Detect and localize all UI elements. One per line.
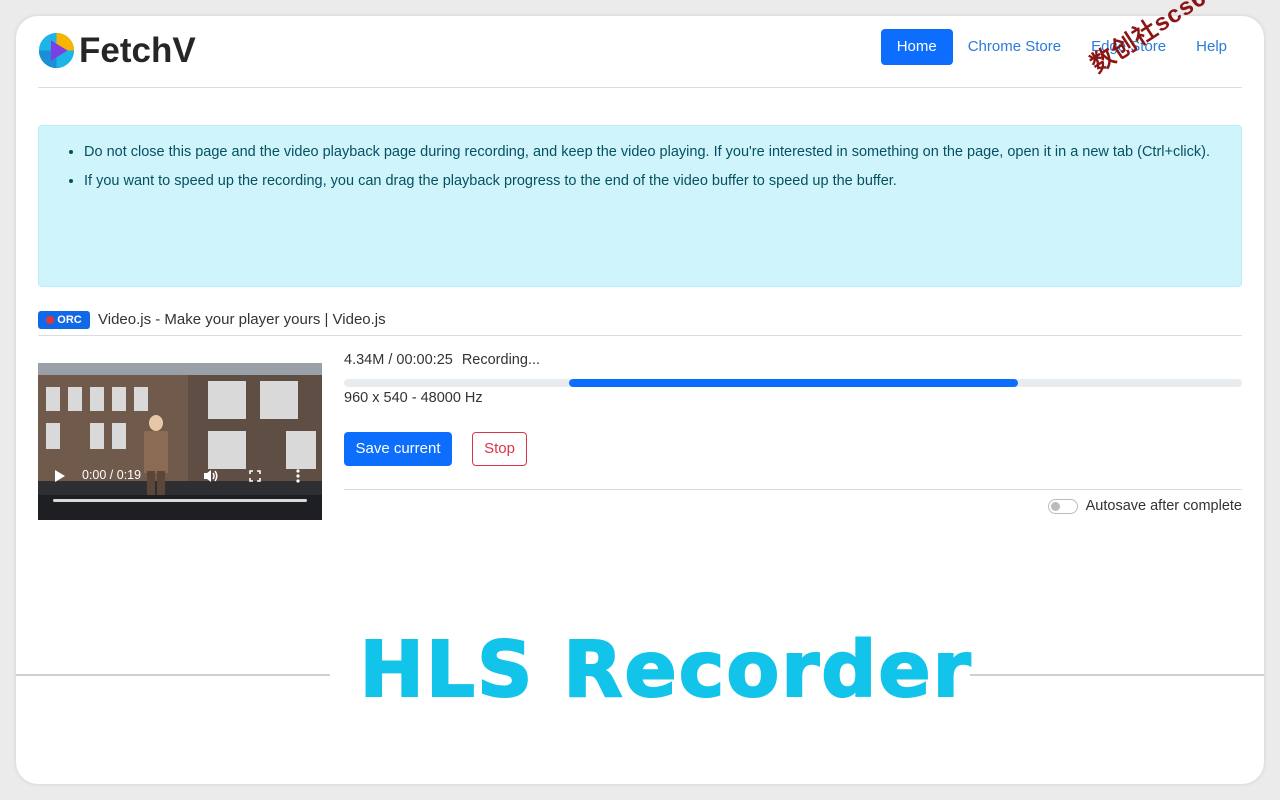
video-player[interactable]: 0:00 / 0:19 [38, 363, 322, 520]
header: FetchV Home Chrome Store Edge Store Help [16, 16, 1264, 88]
fullscreen-icon[interactable] [249, 470, 261, 482]
info-alert: Do not close this page and the video pla… [38, 125, 1242, 287]
volume-icon[interactable] [203, 469, 219, 483]
recording-panel: 4.34M / 00:00:25 Recording... 960 x 540 -… [344, 350, 1242, 514]
recording-progress [344, 379, 1242, 387]
more-options-icon[interactable] [296, 469, 300, 483]
alert-item: Do not close this page and the video pla… [84, 142, 1221, 163]
nav-home[interactable]: Home [880, 29, 953, 65]
save-current-button[interactable]: Save current [344, 432, 452, 466]
video-seek-bar[interactable] [53, 499, 307, 502]
video-frame [38, 363, 322, 520]
autosave-row: Autosave after complete [1047, 498, 1242, 514]
size-time: 4.34M / 00:00:25 [344, 352, 453, 368]
nav-help[interactable]: Help [1181, 29, 1242, 65]
stop-button[interactable]: Stop [472, 432, 527, 466]
nav-chrome-store[interactable]: Chrome Store [953, 29, 1076, 65]
fetchv-logo-icon [38, 32, 75, 69]
panel-divider [344, 489, 1242, 490]
hls-recorder-banner: HLS Recorder [358, 625, 973, 716]
source-title[interactable]: Video.js - Make your player yours | Vide… [98, 311, 386, 329]
source-row: ORC Video.js - Make your player yours | … [38, 310, 1242, 336]
toggle-knob [1050, 501, 1060, 511]
header-divider [38, 87, 1242, 88]
record-dot-icon [46, 316, 55, 324]
logo[interactable]: FetchV [38, 32, 196, 69]
record-badge-label: ORC [57, 314, 82, 326]
play-icon[interactable] [54, 469, 66, 483]
video-time: 0:00 / 0:19 [82, 468, 142, 482]
logo-text: FetchV [79, 31, 196, 70]
app-card: FetchV Home Chrome Store Edge Store Help… [16, 16, 1264, 784]
size-time-line: 4.34M / 00:00:25 Recording... [344, 352, 540, 368]
main-nav: Home Chrome Store Edge Store Help [880, 29, 1242, 65]
autosave-label: Autosave after complete [1085, 498, 1242, 514]
resolution-info: 960 x 540 - 48000 Hz [344, 390, 483, 406]
alert-item: If you want to speed up the recording, y… [84, 171, 1221, 192]
recording-status: Recording... [461, 352, 541, 368]
autosave-toggle[interactable] [1047, 498, 1078, 514]
recording-progress-fill [568, 379, 1018, 387]
record-badge: ORC [38, 311, 90, 329]
